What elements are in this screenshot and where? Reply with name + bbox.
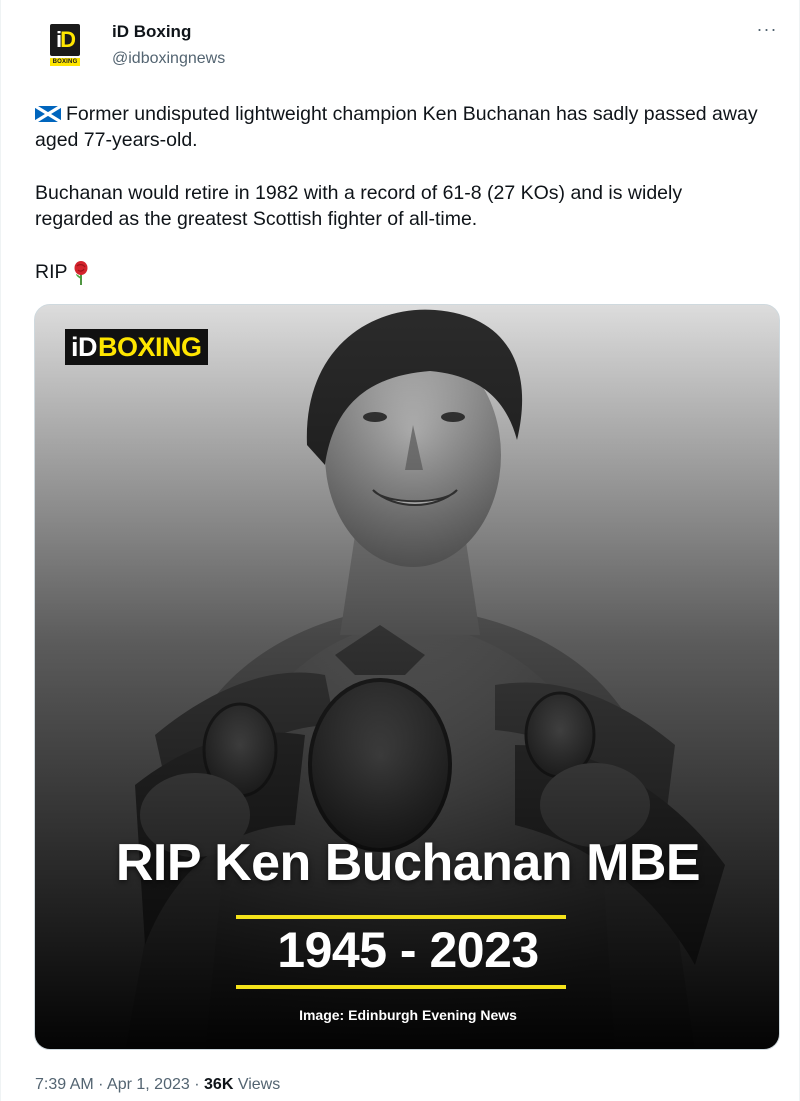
tweet-meta: 7:39 AM · Apr 1, 2023 · 36K Views [35, 1076, 280, 1094]
tweet-paragraph-1: Former undisputed lightweight champion K… [35, 101, 765, 153]
avatar[interactable]: iD BOXING [45, 24, 85, 70]
tweet-time[interactable]: 7:39 AM [35, 1076, 94, 1093]
media-years: 1945 - 2023 [277, 922, 539, 978]
media-credit: Image: Edinburgh Evening News [299, 1007, 517, 1023]
brand-logo-text: BOXING [98, 331, 202, 362]
meta-separator: · [194, 1076, 200, 1093]
avatar-logo: iD [50, 24, 80, 56]
tweet-paragraph-1-text: Former undisputed lightweight champion K… [35, 103, 758, 151]
media-title: RIP Ken Buchanan MBE [115, 834, 701, 892]
meta-separator: · [98, 1076, 104, 1093]
avatar-logo-text: BOXING [50, 58, 80, 66]
author-handle[interactable]: @idboxingnews [112, 50, 225, 68]
tweet-paragraph-3: RIP [35, 259, 765, 286]
tweet-card: iD BOXING iD Boxing @idboxingnews ··· Fo… [0, 0, 800, 1101]
views-label[interactable]: Views [238, 1076, 280, 1093]
author-display-name[interactable]: iD Boxing [112, 22, 191, 42]
rose-icon [74, 261, 88, 285]
tweet-paragraph-2: Buchanan would retire in 1982 with a rec… [35, 182, 683, 230]
tweet-paragraph-3-text: RIP [35, 261, 68, 283]
brand-logo: iD BOXING [65, 329, 208, 365]
tweet-media-image[interactable]: iD BOXING RIP Ken Buchanan MBE 1945 - 202… [34, 304, 780, 1050]
brand-logo-id: iD [71, 331, 98, 362]
tweet-date[interactable]: Apr 1, 2023 [107, 1076, 190, 1093]
scotland-flag-icon [35, 106, 61, 122]
more-options-icon[interactable]: ··· [753, 18, 781, 46]
views-count[interactable]: 36K [204, 1076, 233, 1093]
